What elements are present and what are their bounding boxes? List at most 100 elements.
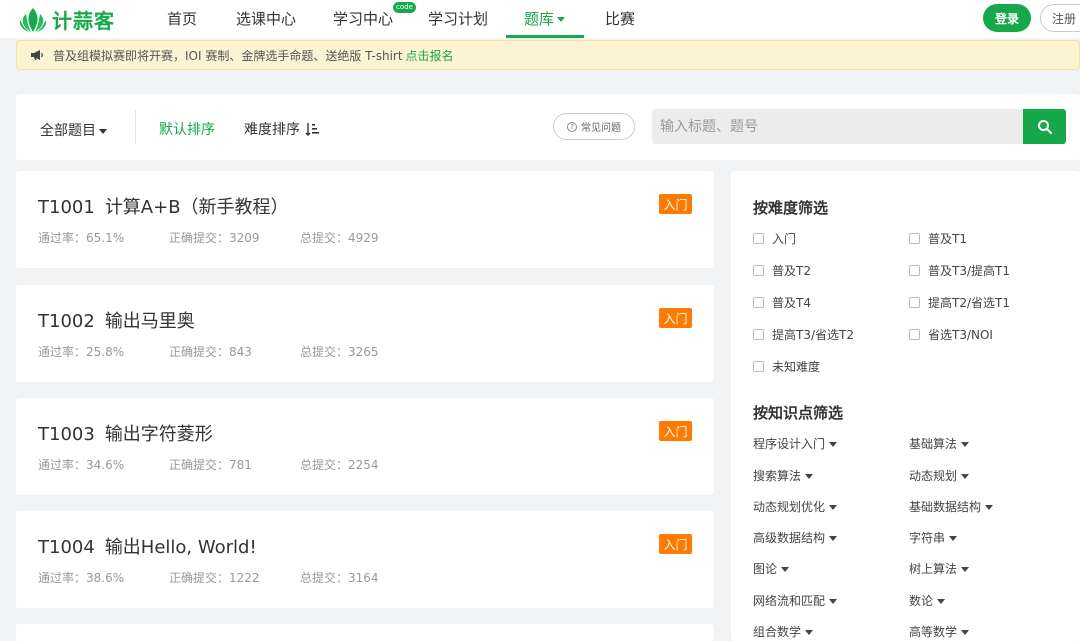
difficulty-checkbox[interactable]: 普及T1 bbox=[909, 230, 967, 247]
total-submissions: 总提交：4929 bbox=[300, 231, 379, 245]
chevron-down-icon bbox=[961, 474, 970, 479]
all-problems-label: 全部题目 bbox=[40, 123, 96, 139]
problem-card[interactable]: T1002 输出马里奥 通过率：25.8% 正确提交：843 总提交：3265 入… bbox=[16, 285, 714, 382]
search-icon bbox=[1037, 119, 1052, 134]
knowledge-label: 基础数据结构 bbox=[909, 500, 982, 514]
logo-text: 计蒜客 bbox=[52, 9, 115, 33]
nav-contest[interactable]: 比赛 bbox=[605, 8, 635, 29]
knowledge-dropdown[interactable]: 图论 bbox=[753, 560, 790, 577]
search-button[interactable] bbox=[1023, 109, 1066, 144]
chevron-down-icon bbox=[949, 536, 958, 541]
nav-problem-bank[interactable]: 题库 bbox=[524, 8, 566, 29]
chevron-down-icon bbox=[805, 630, 814, 635]
knowledge-dropdown[interactable]: 搜索算法 bbox=[753, 467, 814, 484]
all-problems-dropdown[interactable]: 全部题目 bbox=[40, 120, 107, 140]
difficulty-checkbox[interactable]: 入门 bbox=[753, 230, 796, 247]
difficulty-filter-title: 按难度筛选 bbox=[753, 199, 829, 217]
total-submissions: 总提交：3265 bbox=[300, 345, 379, 359]
problem-name: 输出Hello, World! bbox=[104, 537, 257, 558]
knowledge-dropdown[interactable]: 程序设计入门 bbox=[753, 435, 838, 452]
checkbox-label: 普及T2 bbox=[772, 264, 811, 278]
knowledge-filter-title: 按知识点筛选 bbox=[753, 404, 844, 422]
problem-card[interactable] bbox=[16, 624, 714, 641]
knowledge-label: 基础算法 bbox=[909, 437, 958, 451]
knowledge-label: 字符串 bbox=[909, 531, 946, 545]
problem-card[interactable]: T1004 输出Hello, World! 通过率：38.6% 正确提交：1222… bbox=[16, 511, 714, 608]
problem-title[interactable]: T1001 计算A+B（新手教程） bbox=[38, 193, 289, 219]
chevron-down-icon bbox=[805, 474, 814, 479]
default-sort-tab[interactable]: 默认排序 bbox=[159, 119, 215, 139]
difficulty-checkbox[interactable]: 普及T2 bbox=[753, 262, 811, 279]
checkbox-icon bbox=[909, 329, 920, 340]
nav-study-plan[interactable]: 学习计划 bbox=[428, 8, 488, 29]
checkbox-label: 省选T3/NOI bbox=[928, 328, 993, 342]
nav-problem-bank-label: 题库 bbox=[524, 10, 555, 28]
code-badge: code bbox=[393, 2, 416, 13]
difficulty-badge: 入门 bbox=[659, 421, 692, 441]
problem-id: T1002 bbox=[38, 311, 95, 332]
difficulty-checkbox[interactable]: 省选T3/NOI bbox=[909, 326, 993, 343]
notice-signup-link[interactable]: 点击报名 bbox=[406, 47, 454, 64]
difficulty-checkbox[interactable]: 普及T3/提高T1 bbox=[909, 262, 1010, 279]
problem-name: 输出马里奥 bbox=[104, 311, 195, 332]
knowledge-dropdown[interactable]: 基础数据结构 bbox=[909, 498, 994, 515]
checkbox-icon bbox=[753, 233, 764, 244]
difficulty-badge: 入门 bbox=[659, 534, 692, 554]
knowledge-dropdown[interactable]: 数论 bbox=[909, 592, 946, 609]
difficulty-checkbox[interactable]: 普及T4 bbox=[753, 294, 811, 311]
knowledge-label: 动态规划 bbox=[909, 469, 958, 483]
problem-title[interactable]: T1002 输出马里奥 bbox=[38, 307, 195, 333]
pass-rate: 通过率：25.8% bbox=[38, 345, 125, 359]
chevron-down-icon bbox=[829, 442, 838, 447]
checkbox-label: 提高T3/省选T2 bbox=[772, 328, 854, 342]
knowledge-label: 树上算法 bbox=[909, 562, 958, 576]
top-navigation: 计蒜客 首页 选课中心 学习中心 code 学习计划 题库 比赛 登录 注册 bbox=[0, 0, 1080, 38]
nav-home[interactable]: 首页 bbox=[167, 8, 197, 29]
problem-title[interactable]: T1003 输出字符菱形 bbox=[38, 420, 213, 446]
checkbox-label: 普及T1 bbox=[928, 232, 967, 246]
chevron-down-icon bbox=[99, 128, 107, 134]
correct-submissions: 正确提交：843 bbox=[169, 345, 252, 359]
login-button[interactable]: 登录 bbox=[983, 4, 1031, 32]
chevron-down-icon bbox=[781, 567, 790, 572]
problem-card[interactable]: T1003 输出字符菱形 通过率：34.6% 正确提交：781 总提交：2254 … bbox=[16, 398, 714, 495]
knowledge-label: 图论 bbox=[753, 562, 778, 576]
search-input[interactable] bbox=[652, 109, 1023, 144]
problem-title[interactable]: T1004 输出Hello, World! bbox=[38, 533, 257, 559]
knowledge-dropdown[interactable]: 动态规划 bbox=[909, 467, 970, 484]
knowledge-dropdown[interactable]: 组合数学 bbox=[753, 623, 814, 640]
correct-submissions: 正确提交：781 bbox=[169, 458, 252, 472]
knowledge-dropdown[interactable]: 高等数学 bbox=[909, 623, 970, 640]
knowledge-dropdown[interactable]: 网络流和匹配 bbox=[753, 592, 838, 609]
difficulty-checkbox[interactable]: 未知难度 bbox=[753, 358, 820, 375]
difficulty-checkbox[interactable]: 提高T2/省选T1 bbox=[909, 294, 1010, 311]
checkbox-icon bbox=[909, 233, 920, 244]
knowledge-dropdown[interactable]: 高级数据结构 bbox=[753, 529, 838, 546]
pass-rate: 通过率：34.6% bbox=[38, 458, 125, 472]
pass-rate: 通过率：65.1% bbox=[38, 231, 125, 245]
nav-learning-center[interactable]: 学习中心 bbox=[333, 8, 393, 29]
checkbox-icon bbox=[753, 265, 764, 276]
knowledge-label: 组合数学 bbox=[753, 625, 802, 639]
knowledge-dropdown[interactable]: 动态规划优化 bbox=[753, 498, 838, 515]
difficulty-checkbox[interactable]: 提高T3/省选T2 bbox=[753, 326, 854, 343]
pass-rate: 通过率：38.6% bbox=[38, 571, 125, 585]
logo[interactable]: 计蒜客 bbox=[18, 5, 115, 34]
chevron-down-icon bbox=[557, 17, 566, 22]
problem-card[interactable]: T1001 计算A+B（新手教程） 通过率：65.1% 正确提交：3209 总提交… bbox=[16, 171, 714, 268]
nav-course-center[interactable]: 选课中心 bbox=[236, 8, 296, 29]
knowledge-dropdown[interactable]: 字符串 bbox=[909, 529, 958, 546]
knowledge-dropdown[interactable]: 树上算法 bbox=[909, 560, 970, 577]
problem-id: T1001 bbox=[38, 197, 95, 218]
knowledge-label: 搜索算法 bbox=[753, 469, 802, 483]
problem-id: T1003 bbox=[38, 424, 95, 445]
faq-button[interactable]: ? 常见问题 bbox=[553, 113, 635, 140]
question-icon: ? bbox=[567, 121, 577, 132]
register-button[interactable]: 注册 bbox=[1040, 4, 1080, 32]
difficulty-sort-tab[interactable]: 难度排序 bbox=[244, 119, 319, 139]
notice-text: 普及组模拟赛即将开赛，IOI 赛制、金牌选手命题、送绝版 T-shirt bbox=[53, 48, 403, 63]
checkbox-icon bbox=[909, 265, 920, 276]
filter-bar: 全部题目 默认排序 难度排序 ? 常见问题 bbox=[16, 94, 1080, 160]
knowledge-dropdown[interactable]: 基础算法 bbox=[909, 435, 970, 452]
problem-id: T1004 bbox=[38, 537, 95, 558]
